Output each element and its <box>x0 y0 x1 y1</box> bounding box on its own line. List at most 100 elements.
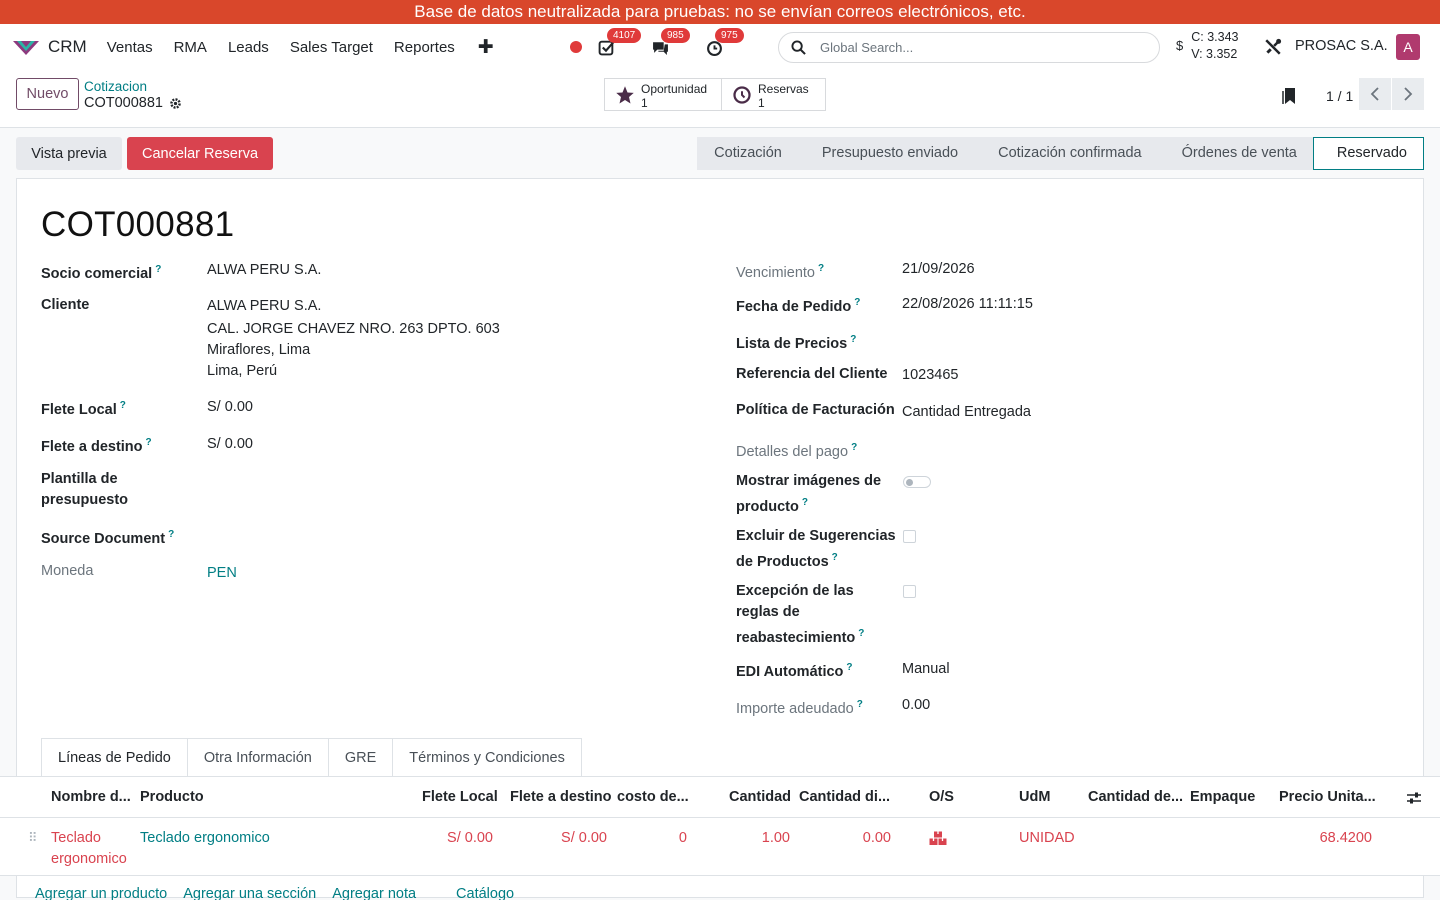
line-name-part: Teclado <box>51 830 101 846</box>
col-qty-packaging[interactable]: Cantidad de... <box>1088 789 1183 805</box>
help-icon[interactable]: ? <box>802 497 808 508</box>
pager-next-button[interactable] <box>1392 78 1424 110</box>
tab-gre[interactable]: GRE <box>328 738 394 777</box>
stage-cotizacion[interactable]: Cotización <box>697 137 798 170</box>
col-quantity[interactable]: Cantidad <box>729 789 791 805</box>
col-product[interactable]: Producto <box>140 789 204 805</box>
bookmark-icon[interactable] <box>1282 87 1298 105</box>
stock-boxes-icon[interactable] <box>929 831 947 846</box>
line-dest-freight[interactable]: S/ 0.00 <box>547 828 607 849</box>
help-icon[interactable]: ? <box>120 400 126 411</box>
global-search[interactable] <box>778 32 1160 63</box>
edi-field[interactable]: Manual <box>902 659 950 680</box>
add-note-link[interactable]: Agregar nota <box>332 886 416 900</box>
catalog-link[interactable]: Catálogo <box>456 886 514 900</box>
line-local-freight[interactable]: S/ 0.00 <box>433 828 493 849</box>
user-avatar[interactable]: A <box>1396 34 1420 60</box>
line-unit-price[interactable]: 68.4200 <box>1290 828 1372 849</box>
line-actions: Agregar un producto Agregar una sección … <box>35 886 514 900</box>
menu-ventas[interactable]: Ventas <box>107 39 153 56</box>
col-unit-price[interactable]: Precio Unita... <box>1279 789 1376 805</box>
smart-button-oportunidad[interactable]: Oportunidad 1 <box>605 79 721 110</box>
exclude-suggestions-checkbox[interactable] <box>903 530 916 543</box>
col-dest-freight[interactable]: Flete a destino <box>510 789 612 805</box>
pager-previous-button[interactable] <box>1359 78 1391 110</box>
tools-icon[interactable] <box>1264 38 1282 56</box>
col-cost[interactable]: costo de... <box>617 789 689 805</box>
smart-button-reservas[interactable]: Reservas 1 <box>721 79 825 110</box>
stage-presupuesto-enviado[interactable]: Presupuesto enviado <box>797 137 975 170</box>
help-icon[interactable]: ? <box>818 263 824 274</box>
help-icon[interactable]: ? <box>850 334 856 345</box>
cancel-reservation-button[interactable]: Cancelar Reserva <box>127 137 273 170</box>
local-freight-label: Flete Local? <box>41 395 126 421</box>
gear-icon[interactable] <box>169 97 182 110</box>
menu-reportes[interactable]: Reportes <box>394 39 455 56</box>
col-packaging[interactable]: Empaque <box>1190 789 1255 805</box>
line-available-qty[interactable]: 0.00 <box>840 828 891 849</box>
app-brand[interactable]: CRM <box>12 37 87 57</box>
partner-field[interactable]: ALWA PERU S.A. <box>207 260 321 281</box>
restock-exception-label-line: reabastecimiento <box>736 630 856 646</box>
help-icon[interactable]: ? <box>857 699 863 710</box>
tab-order-lines[interactable]: Líneas de Pedido <box>41 738 188 777</box>
clock-systray[interactable]: 975 <box>706 28 744 57</box>
client-field[interactable]: ALWA PERU S.A. CAL. JORGE CHAVEZ NRO. 26… <box>207 296 500 382</box>
help-icon[interactable]: ? <box>155 264 161 275</box>
global-search-input[interactable] <box>820 40 1140 55</box>
line-cost[interactable]: 0 <box>647 828 687 849</box>
invoice-policy-field[interactable]: Cantidad Entregada <box>902 402 1031 423</box>
messages-systray[interactable]: 985 <box>652 28 690 57</box>
company-switcher[interactable]: PROSAC S.A. <box>1295 38 1388 54</box>
stage-reservado[interactable]: Reservado <box>1312 137 1424 170</box>
local-freight-field[interactable]: S/ 0.00 <box>207 397 253 418</box>
document-title: COT000881 <box>41 205 235 244</box>
client-reference-field[interactable]: 1023465 <box>902 365 958 386</box>
pager-value[interactable]: 1 / 1 <box>1326 88 1353 104</box>
column-settings-icon[interactable] <box>1406 791 1422 805</box>
menu-rma[interactable]: RMA <box>174 39 207 56</box>
line-name[interactable]: Teclado ergonomico <box>51 828 127 870</box>
col-local-freight[interactable]: Flete Local <box>422 789 498 805</box>
add-product-link[interactable]: Agregar un producto <box>35 886 167 900</box>
table-row[interactable]: ⠿ Teclado ergonomico Teclado ergonomico … <box>0 818 1440 876</box>
order-date-field[interactable]: 22/08/2026 11:11:15 <box>902 294 1033 315</box>
line-quantity[interactable]: 1.00 <box>740 828 790 849</box>
show-images-toggle[interactable] <box>903 476 931 488</box>
menu-leads[interactable]: Leads <box>228 39 269 56</box>
help-icon[interactable]: ? <box>168 529 174 540</box>
client-reference-label: Referencia del Cliente <box>736 366 888 382</box>
line-product[interactable]: Teclado ergonomico <box>140 828 270 849</box>
col-uom[interactable]: UdM <box>1019 789 1050 805</box>
breadcrumb-parent[interactable]: Cotizacion <box>84 79 147 94</box>
restock-exception-checkbox[interactable] <box>903 585 916 598</box>
drag-handle-icon[interactable]: ⠿ <box>28 830 37 846</box>
exchange-rate-widget[interactable]: $ C: 3.343 V: 3.352 <box>1176 29 1239 63</box>
expiry-field[interactable]: 21/09/2026 <box>902 259 975 280</box>
tab-other-info[interactable]: Otra Información <box>187 738 329 777</box>
new-button[interactable]: Nuevo <box>16 78 79 110</box>
help-icon[interactable]: ? <box>854 297 860 308</box>
stage-cotizacion-confirmada[interactable]: Cotización confirmada <box>974 137 1158 170</box>
chevron-right-icon <box>1404 87 1413 101</box>
currency-field[interactable]: PEN <box>207 563 237 584</box>
activities-systray[interactable]: 4107 <box>598 28 642 57</box>
preview-button[interactable]: Vista previa <box>16 137 122 170</box>
help-icon[interactable]: ? <box>851 442 857 453</box>
show-images-label: Mostrar imágenes de producto? <box>736 471 881 518</box>
line-uom[interactable]: UNIDAD <box>1019 828 1075 849</box>
col-os[interactable]: O/S <box>929 789 954 805</box>
dest-freight-field[interactable]: S/ 0.00 <box>207 434 253 455</box>
record-dot-icon[interactable] <box>570 41 582 53</box>
tab-terms[interactable]: Términos y Condiciones <box>393 738 582 777</box>
menu-sales-target[interactable]: Sales Target <box>290 39 373 56</box>
col-name[interactable]: Nombre d... <box>51 789 131 805</box>
help-icon[interactable]: ? <box>146 437 152 448</box>
plus-icon[interactable]: ✚ <box>478 36 494 59</box>
help-icon[interactable]: ? <box>832 552 838 563</box>
add-section-link[interactable]: Agregar una sección <box>183 886 316 900</box>
help-icon[interactable]: ? <box>846 662 852 673</box>
stage-ordenes-de-venta[interactable]: Órdenes de venta <box>1157 137 1313 170</box>
help-icon[interactable]: ? <box>858 628 864 639</box>
col-available-qty[interactable]: Cantidad di... <box>799 789 890 805</box>
